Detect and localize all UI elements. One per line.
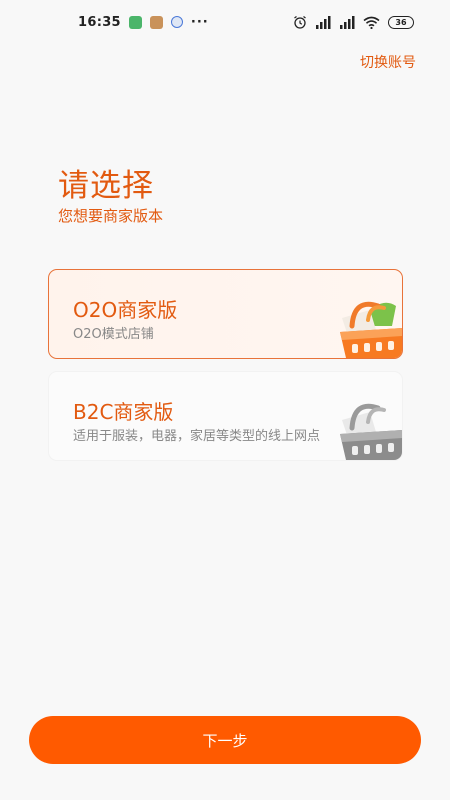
- wechat-icon: [128, 15, 142, 29]
- status-time: 16:35: [78, 14, 121, 30]
- orange-basket-icon: [340, 301, 402, 358]
- browser-icon: [170, 16, 183, 28]
- option-title: O2O商家版: [73, 298, 178, 322]
- status-bar: 16:35 ··· 36: [0, 0, 450, 44]
- more-notifications-icon: ···: [190, 14, 209, 30]
- page-subtitle: 您想要商家版本: [58, 207, 164, 225]
- option-description: 适用于服装，电器，家居等类型的线上网点: [73, 429, 321, 444]
- alarm-icon: [294, 16, 306, 29]
- gray-basket-icon: [340, 403, 402, 460]
- option-description: O2O模式店铺: [73, 327, 154, 342]
- status-bar-left: 16:35 ···: [78, 15, 209, 30]
- page-title: 请选择: [58, 168, 154, 204]
- option-card-b2c[interactable]: B2C商家版 适用于服装，电器，家居等类型的线上网点: [48, 371, 403, 461]
- app-notification-icon: [149, 15, 163, 29]
- wifi-icon: [363, 16, 380, 29]
- signal-icon: [316, 15, 331, 29]
- option-card-o2o[interactable]: O2O商家版 O2O模式店铺: [48, 269, 403, 359]
- option-title: B2C商家版: [73, 400, 174, 424]
- next-button[interactable]: 下一步: [29, 716, 421, 764]
- status-bar-right: 36: [293, 15, 414, 29]
- battery-icon: 36: [388, 15, 414, 29]
- switch-account-link[interactable]: 切换账号: [360, 52, 416, 72]
- signal-icon-2: [340, 15, 355, 29]
